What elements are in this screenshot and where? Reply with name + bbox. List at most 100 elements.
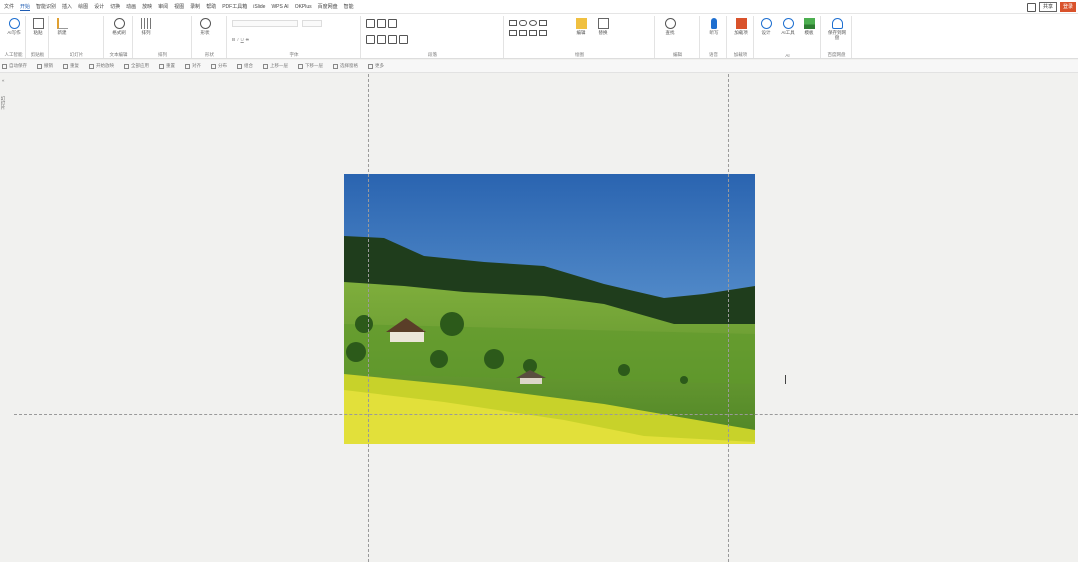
group-clipboard: 粘贴 剪贴板 <box>27 16 49 58</box>
menu-item[interactable]: 文件 <box>4 3 14 10</box>
menu-item[interactable]: 智能 <box>344 3 354 10</box>
font-size-select[interactable] <box>302 20 322 27</box>
menu-item[interactable]: 视图 <box>174 3 184 10</box>
ai-tools-button[interactable]: AI工具 <box>778 18 798 35</box>
edit-shape-button[interactable]: 编辑 <box>571 18 591 35</box>
strike-button[interactable]: S <box>246 37 249 42</box>
vertical-guide-right[interactable] <box>728 74 729 562</box>
quick-tool[interactable]: 重置 <box>159 63 175 69</box>
template-icon <box>803 18 815 29</box>
menu-item[interactable]: 动画 <box>126 3 136 10</box>
italic-button[interactable]: I <box>237 37 238 42</box>
template-button[interactable]: 模板 <box>799 18 819 35</box>
quick-tool[interactable]: 自动保存 <box>2 63 27 69</box>
tool-icon <box>185 63 190 69</box>
format-painter-button[interactable]: 格式刷 <box>109 18 129 35</box>
menubar-right: 共享 登录 <box>1026 2 1076 12</box>
justify-icon[interactable] <box>399 35 408 44</box>
group-paragraph: 段落 <box>362 16 504 58</box>
menu-item[interactable]: 插入 <box>62 3 72 10</box>
bold-button[interactable]: B <box>232 37 235 42</box>
shape-rounded[interactable] <box>519 20 527 26</box>
menu-item[interactable]: 录制 <box>190 3 200 10</box>
edit-icon <box>575 18 587 29</box>
shape-star[interactable] <box>539 30 547 36</box>
menu-item[interactable]: WPS AI <box>271 4 288 10</box>
arrange-button[interactable]: 排列 <box>136 18 156 35</box>
quick-tool[interactable]: 组合 <box>237 63 253 69</box>
ai-write-button[interactable]: AI写作 <box>4 18 24 35</box>
quick-tool[interactable]: 开始放映 <box>89 63 114 69</box>
align-center-icon[interactable] <box>377 35 386 44</box>
shape-line[interactable] <box>539 20 547 26</box>
menu-item[interactable]: 智能识别 <box>36 3 56 10</box>
shape-button[interactable]: 形状 <box>195 18 215 35</box>
group-addins: 加载项 加载项 <box>728 16 754 58</box>
align-right-icon[interactable] <box>388 35 397 44</box>
menu-item[interactable]: 切换 <box>110 3 120 10</box>
replace-button[interactable]: 替换 <box>593 18 613 35</box>
font-name-select[interactable] <box>232 20 298 27</box>
bullets-icon[interactable] <box>366 19 375 28</box>
numbering-icon[interactable] <box>377 19 386 28</box>
menu-item[interactable]: 审阅 <box>158 3 168 10</box>
paste-button[interactable]: 粘贴 <box>28 18 48 35</box>
indent-icon[interactable] <box>388 19 397 28</box>
tool-label: 重置 <box>166 63 175 68</box>
menu-item[interactable]: 设计 <box>94 3 104 10</box>
menu-item[interactable]: 开始 <box>20 3 31 11</box>
login-button[interactable]: 登录 <box>1059 2 1076 12</box>
tool-label: 组合 <box>244 63 253 68</box>
paste-icon <box>32 18 44 29</box>
menu-item[interactable]: 绘图 <box>78 3 88 10</box>
shape-rect-2[interactable] <box>509 30 517 36</box>
comment-icon[interactable] <box>1026 2 1036 12</box>
find-button[interactable]: 查找 <box>660 18 680 35</box>
addins-button[interactable]: 加载项 <box>731 18 751 35</box>
menu-item[interactable]: iSlide <box>253 4 265 10</box>
new-slide-button[interactable]: 新建 <box>52 18 72 35</box>
menu-item[interactable]: 放映 <box>142 3 152 10</box>
arrange-icon <box>140 18 152 29</box>
quick-tool[interactable]: 选择窗格 <box>333 63 358 69</box>
quick-tool[interactable]: 重复 <box>63 63 79 69</box>
quick-tool[interactable]: 全部应用 <box>124 63 149 69</box>
slide-panel-label[interactable]: 幻灯片 <box>0 96 6 110</box>
vertical-guide-left[interactable] <box>368 74 369 562</box>
collapse-panel-icon[interactable]: « <box>2 78 5 83</box>
shape-rect[interactable] <box>509 20 517 26</box>
tool-label: 分布 <box>218 63 227 68</box>
quick-tool[interactable]: 分布 <box>211 63 227 69</box>
quick-tool[interactable]: 上移一层 <box>263 63 288 69</box>
landscape-image[interactable] <box>344 174 755 444</box>
save-to-cloud-button[interactable]: 保存到网盘 <box>827 18 847 40</box>
designer-icon <box>760 18 772 29</box>
align-left-icon[interactable] <box>366 35 375 44</box>
menu-bar: 文件 开始 智能识别 插入 绘图 设计 切换 动画 放映 审阅 视图 录制 帮助 PDF工具箱 iSlide… <box>0 0 1078 14</box>
designer-button[interactable]: 设计 <box>756 18 776 35</box>
new-slide-icon <box>56 18 68 29</box>
quick-tool[interactable]: 更多 <box>368 63 384 69</box>
menu-item[interactable]: OKPlus <box>295 4 312 10</box>
menu-item[interactable]: 百度网盘 <box>318 3 338 10</box>
shape-arrow[interactable] <box>529 30 537 36</box>
quick-tool[interactable]: 下移一层 <box>298 63 323 69</box>
tool-icon <box>263 63 268 69</box>
group-slides: 新建 幻灯片 <box>50 16 104 58</box>
quick-tool[interactable]: 撤销 <box>37 63 53 69</box>
ai-tools-icon <box>782 18 794 29</box>
horizontal-guide[interactable] <box>14 414 1078 415</box>
quick-tool[interactable]: 对齐 <box>185 63 201 69</box>
menu-item[interactable]: 帮助 <box>206 3 216 10</box>
tool-icon <box>211 63 216 69</box>
shape-oval[interactable] <box>529 20 537 26</box>
tool-icon <box>368 63 373 69</box>
underline-button[interactable]: U <box>241 37 244 42</box>
menu-item[interactable]: PDF工具箱 <box>222 3 247 10</box>
group-text-edit: 格式刷 文本编辑 <box>105 16 133 58</box>
tool-icon <box>37 63 42 69</box>
share-button[interactable]: 共享 <box>1038 2 1057 12</box>
shape-triangle[interactable] <box>519 30 527 36</box>
dictate-button[interactable]: 听写 <box>704 18 724 35</box>
group-ai-tools: 设计 AI工具 模板 AI <box>755 16 821 58</box>
